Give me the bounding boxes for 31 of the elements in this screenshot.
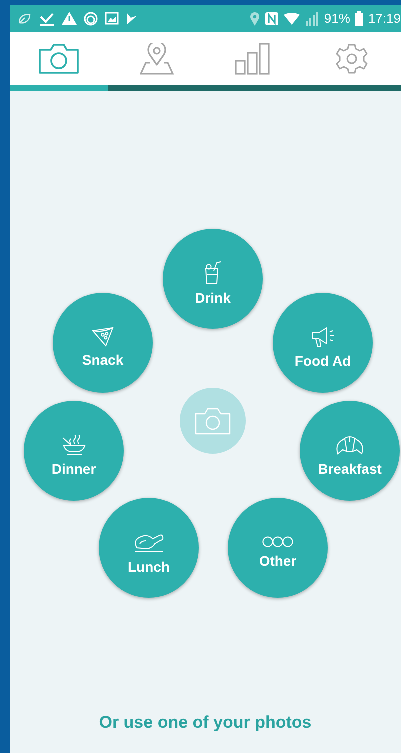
photos-link[interactable]: Or use one of your photos [99, 713, 312, 733]
nfc-icon [265, 12, 280, 26]
warning-icon [62, 12, 77, 25]
pizza-slice-icon [91, 326, 115, 346]
leaf-icon [18, 12, 32, 24]
spiral-icon [84, 12, 98, 26]
image-icon [105, 12, 119, 25]
megaphone-icon [311, 326, 335, 348]
croissant-icon [335, 434, 365, 456]
settings-icon [336, 42, 368, 74]
map-pin-icon [140, 42, 174, 74]
category-button[interactable]: Breakfast [300, 401, 400, 501]
category-button[interactable]: Food Ad [273, 293, 373, 393]
clock: 17:19 [368, 11, 401, 26]
category-button[interactable]: Drink [163, 229, 263, 329]
category-button[interactable]: Lunch [99, 498, 199, 598]
wifi-icon [284, 12, 300, 24]
bowl-icon [61, 434, 87, 456]
battery-percent: 91% [324, 11, 350, 26]
flag-icon [126, 12, 138, 26]
category-button[interactable]: Dinner [24, 401, 124, 501]
category-button[interactable]: Snack [53, 293, 153, 393]
location-icon [250, 12, 260, 26]
drink-icon [203, 260, 223, 284]
camera-icon [38, 42, 80, 74]
download-icon [39, 12, 55, 26]
battery-icon [355, 11, 364, 26]
category-button[interactable]: Other [228, 498, 328, 598]
camera-icon [195, 408, 231, 434]
signal-icon [305, 12, 320, 26]
three-circles-icon [262, 536, 294, 548]
